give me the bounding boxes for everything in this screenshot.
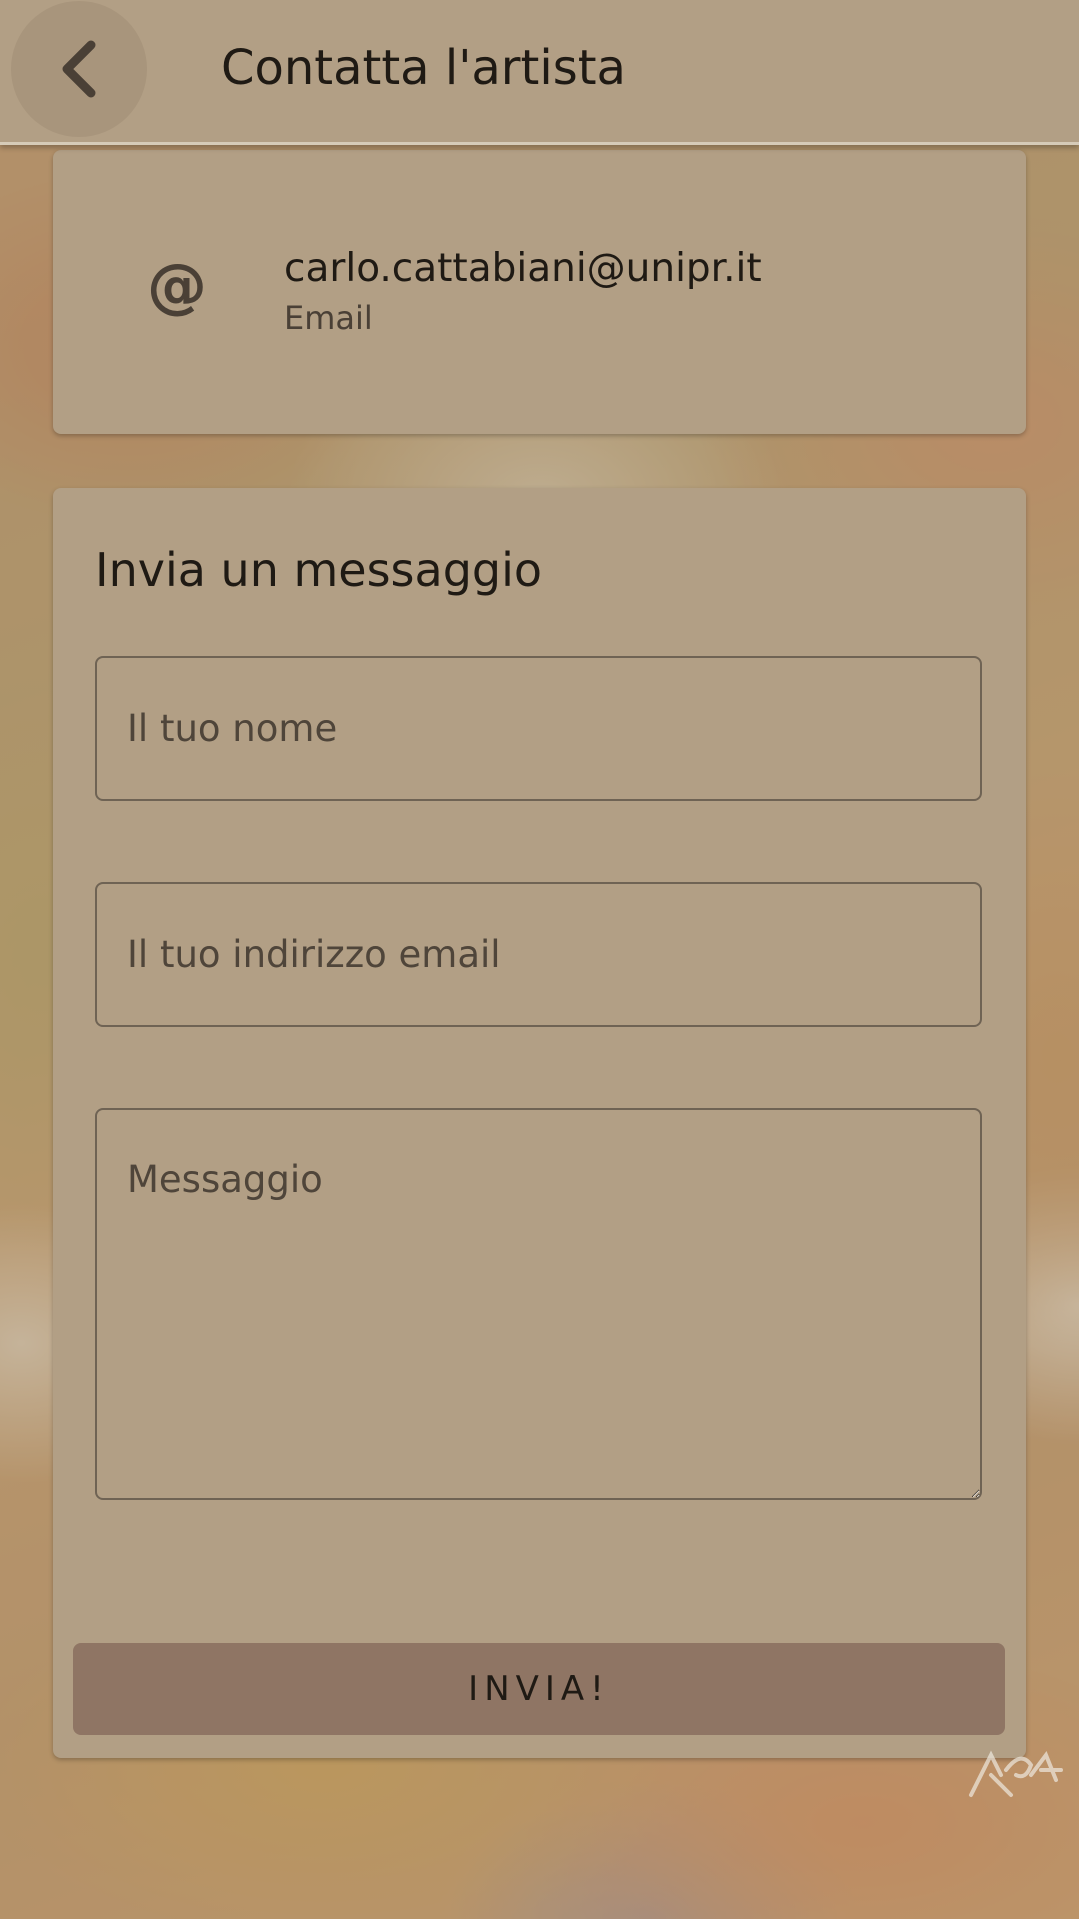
contact-type-label: Email [284,299,373,337]
chevron-left-icon [62,40,96,98]
form-title: Invia un messaggio [95,543,543,597]
contact-card: @ carlo.cattabiani@unipr.it Email [53,150,1026,434]
message-field[interactable] [95,1108,982,1500]
artist-signature-logo [969,1750,1063,1797]
contact-email[interactable]: carlo.cattabiani@unipr.it [284,244,762,294]
email-field[interactable] [95,882,982,1027]
app-bar: Contatta l'artista [0,0,1079,145]
name-field[interactable] [95,656,982,801]
page-title: Contatta l'artista [221,40,626,96]
back-button[interactable] [11,1,147,137]
message-form-card: Invia un messaggio INVIA! [53,488,1026,1758]
send-button[interactable]: INVIA! [73,1643,1005,1735]
at-icon: @ [147,251,207,321]
